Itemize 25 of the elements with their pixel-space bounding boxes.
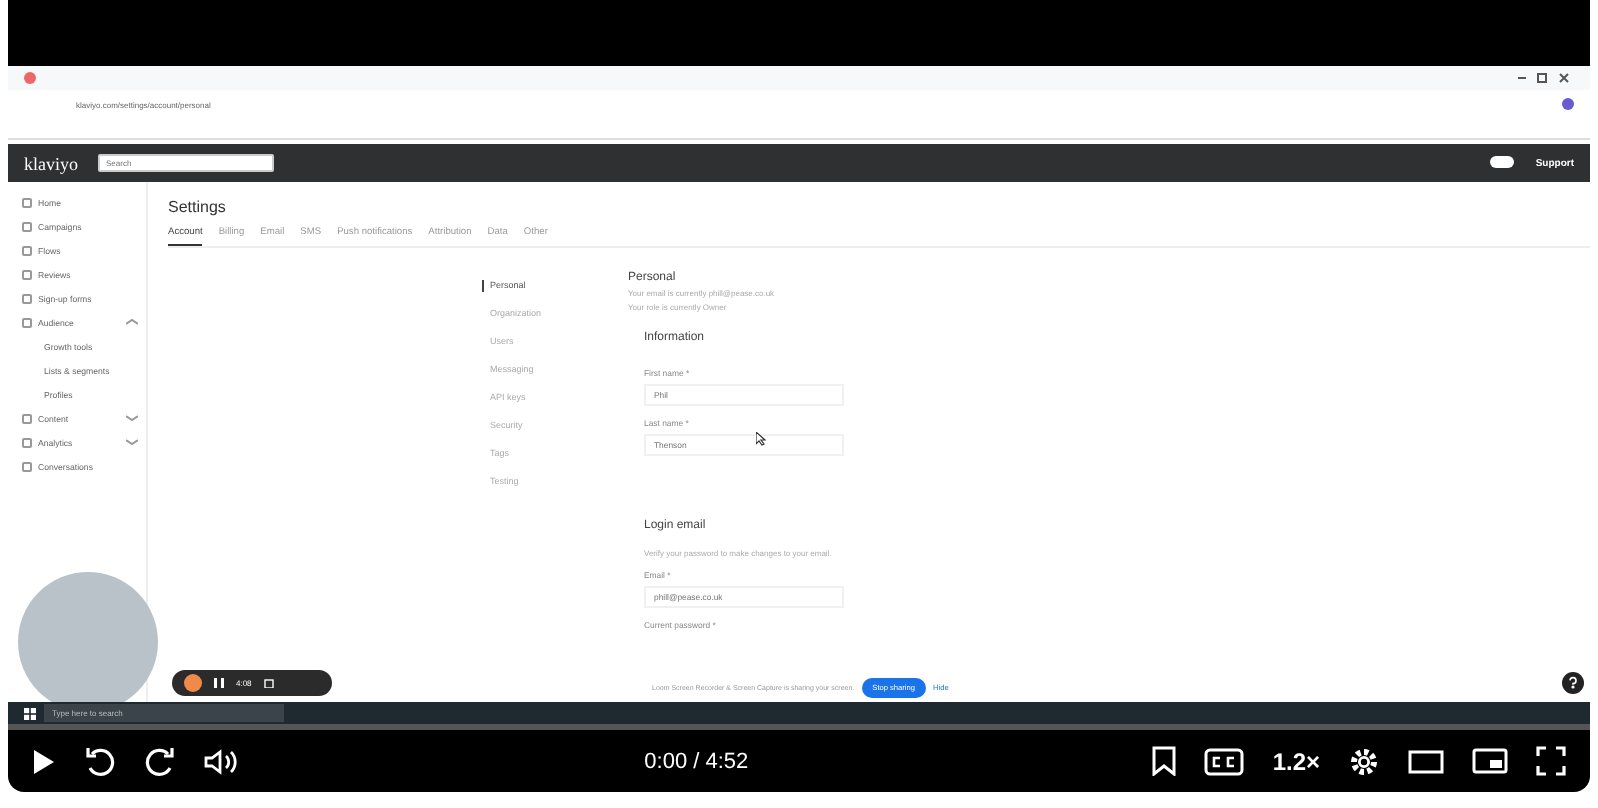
caret-icon[interactable] [126, 438, 138, 446]
settings-icon[interactable] [1348, 745, 1381, 777]
rewind-icon[interactable] [84, 745, 116, 777]
forward-icon[interactable] [144, 745, 176, 777]
page-title: Settings [168, 198, 228, 216]
profile-icon[interactable] [1562, 98, 1574, 110]
help-icon[interactable] [1562, 672, 1584, 694]
fullscreen-icon[interactable] [1536, 746, 1567, 776]
tab-icon[interactable] [24, 72, 36, 84]
cursor-icon [756, 432, 766, 446]
pause-icon[interactable] [214, 678, 224, 688]
playback-time: 0:00 / 4:52 [644, 749, 749, 773]
volume-icon[interactable] [204, 747, 240, 775]
theater-mode-icon[interactable] [1408, 749, 1445, 773]
logo: klaviyo [24, 153, 78, 173]
playback-speed-button[interactable]: 1.2× [1272, 747, 1321, 775]
miniplayer-icon[interactable] [1472, 748, 1509, 774]
record-icon[interactable] [184, 674, 202, 692]
windows-icon[interactable] [24, 707, 36, 719]
play-icon[interactable] [32, 747, 56, 775]
window-controls-icon[interactable] [1514, 72, 1574, 84]
caret-icon[interactable] [126, 414, 138, 422]
caret-icon[interactable] [126, 318, 138, 326]
captions-icon[interactable] [1204, 747, 1245, 775]
bookmark-icon[interactable] [1152, 746, 1177, 776]
